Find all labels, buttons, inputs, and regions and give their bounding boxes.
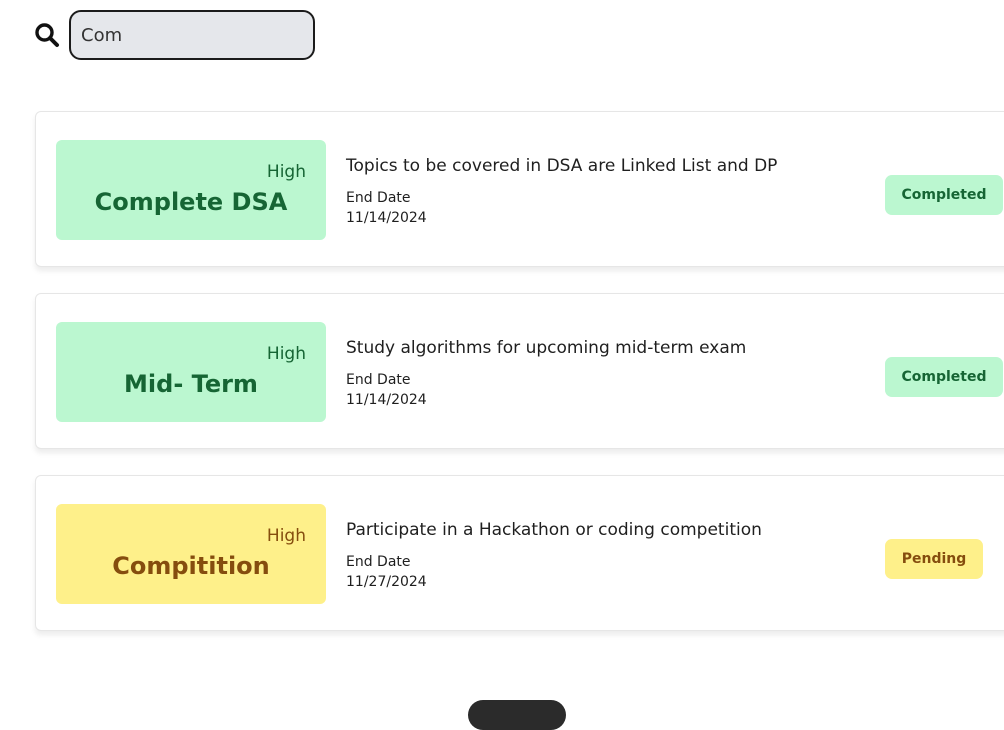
status-badge[interactable]: Pending <box>885 539 983 579</box>
priority-label: High <box>266 344 306 364</box>
task-description: Participate in a Hackathon or coding com… <box>346 520 762 540</box>
task-card[interactable]: High Mid- Term Study algorithms for upco… <box>35 293 1004 449</box>
search-input[interactable] <box>69 10 315 60</box>
end-date-label: End Date <box>346 554 411 570</box>
task-card[interactable]: High Complete DSA Topics to be covered i… <box>35 111 1004 267</box>
end-date-value: 11/14/2024 <box>346 392 427 408</box>
end-date-label: End Date <box>346 190 411 206</box>
priority-label: High <box>266 526 306 546</box>
task-title: Complete DSA <box>94 188 288 216</box>
end-date-value: 11/27/2024 <box>346 574 427 590</box>
add-task-button[interactable] <box>468 700 566 730</box>
search-bar <box>33 10 315 60</box>
task-title: Compitition <box>112 552 270 580</box>
task-tile: High Mid- Term <box>56 322 326 422</box>
search-icon[interactable] <box>33 21 61 49</box>
end-date-label: End Date <box>346 372 411 388</box>
task-title: Mid- Term <box>124 370 258 398</box>
task-description: Topics to be covered in DSA are Linked L… <box>346 156 778 176</box>
task-list: High Complete DSA Topics to be covered i… <box>35 111 1004 657</box>
task-tile: High Compitition <box>56 504 326 604</box>
priority-label: High <box>266 162 306 182</box>
status-badge[interactable]: Completed <box>885 175 1003 215</box>
status-badge[interactable]: Completed <box>885 357 1003 397</box>
task-description: Study algorithms for upcoming mid-term e… <box>346 338 747 358</box>
task-tile: High Complete DSA <box>56 140 326 240</box>
end-date-value: 11/14/2024 <box>346 210 427 226</box>
task-card[interactable]: High Compitition Participate in a Hackat… <box>35 475 1004 631</box>
